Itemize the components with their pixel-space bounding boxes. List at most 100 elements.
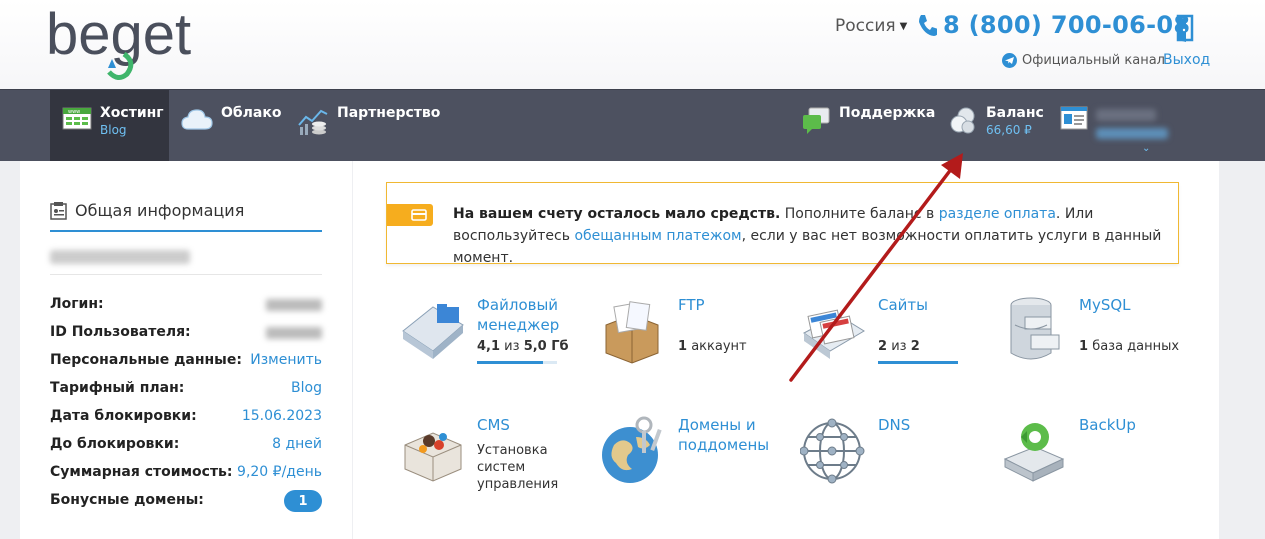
sites-pages-icon xyxy=(803,309,865,359)
file-usage-total: 5,0 Гб xyxy=(523,339,569,354)
edit-personal-data-link[interactable]: Изменить xyxy=(250,352,322,368)
sites-of: из xyxy=(891,339,907,354)
total-cost-label: Суммарная стоимость: xyxy=(50,464,233,480)
partnership-chart-icon xyxy=(298,109,328,135)
domains-title: Домены и поддомены xyxy=(678,416,770,454)
cloud-icon xyxy=(181,109,213,130)
mysql-unit: база данных xyxy=(1092,339,1180,354)
top-header: beget Россия ▼ 8 (800) 700-06-08 Официал… xyxy=(0,0,1265,89)
file-manager-title: Файловый менеджер xyxy=(477,296,560,334)
dashboard-main: На вашем счету осталось мало средств. По… xyxy=(353,161,1219,539)
general-info-title: Общая информация xyxy=(75,201,245,220)
tile-file-manager[interactable]: Файловый менеджер 4,1 из 5,0 Гб xyxy=(399,295,589,395)
sites-total: 2 xyxy=(910,339,920,354)
tile-mysql[interactable]: MySQL 1 база данных xyxy=(1001,295,1191,395)
ftp-count: 1 xyxy=(678,339,688,354)
alert-bold-text: На вашем счету осталось мало средств. xyxy=(453,206,781,222)
personal-data-label: Персональные данные: xyxy=(50,352,242,368)
contact-card-icon xyxy=(50,201,67,220)
official-channel-link[interactable]: Официальный канал xyxy=(1002,53,1165,68)
logout-door-icon[interactable] xyxy=(1174,14,1196,42)
account-chevron-down-icon[interactable]: ⌄ xyxy=(1142,143,1168,154)
tile-dns[interactable]: DNS xyxy=(800,415,990,515)
file-usage-bar xyxy=(477,361,543,364)
coins-icon xyxy=(950,107,975,134)
account-login-redacted xyxy=(1096,109,1156,121)
mysql-title: MySQL xyxy=(1079,296,1131,314)
file-manager-usage: 4,1 из 5,0 Гб xyxy=(477,338,569,355)
promised-payment-link[interactable]: обещанным платежом xyxy=(574,228,741,244)
nav-support-label: Поддержка xyxy=(839,105,936,121)
wallet-icon xyxy=(387,204,433,226)
logout-link[interactable]: Выход xyxy=(1163,52,1210,68)
cms-description: Установка систем управления xyxy=(477,443,559,492)
database-icon xyxy=(1010,297,1060,360)
nav-item-cloud[interactable]: Облако xyxy=(181,90,282,162)
sites-usage: 2 из 2 xyxy=(878,338,920,355)
user-id-label: ID Пользователя: xyxy=(50,324,191,340)
account-id-redacted xyxy=(1096,128,1168,139)
support-chat-icon xyxy=(803,107,830,134)
dns-title: DNS xyxy=(878,416,911,434)
ftp-accounts: 1 аккаунт xyxy=(678,338,747,355)
tariff-label: Тарифный план: xyxy=(50,380,185,396)
info-row-days-left: До блокировки: 8 дней xyxy=(50,436,322,452)
region-selector[interactable]: Россия ▼ xyxy=(835,16,907,36)
info-row-block-date: Дата блокировки: 15.06.2023 xyxy=(50,408,322,424)
nav-item-partnership[interactable]: Партнерство xyxy=(297,90,440,162)
logo-text: beget xyxy=(46,2,191,67)
tariff-link[interactable]: Blog xyxy=(291,380,322,396)
mysql-databases: 1 база данных xyxy=(1079,338,1179,355)
user-card-icon xyxy=(1060,106,1088,130)
days-left-label: До блокировки: xyxy=(50,436,180,452)
tile-backup[interactable]: BackUp xyxy=(1001,415,1191,515)
total-cost-value: 9,20 ₽/день xyxy=(237,464,322,480)
nav-item-account[interactable]: ⌄ xyxy=(1060,90,1168,162)
sites-used: 2 xyxy=(878,339,888,354)
user-id-value-redacted xyxy=(266,327,322,339)
tile-cms[interactable]: CMS Установка систем управления xyxy=(399,415,589,515)
cms-box-icon xyxy=(404,432,462,482)
tile-ftp[interactable]: FTP 1 аккаунт xyxy=(600,295,790,395)
sites-usage-bar xyxy=(878,361,958,364)
nav-balance-value: 66,60 ₽ xyxy=(986,123,1032,137)
payment-section-link[interactable]: разделе оплата xyxy=(939,206,1056,222)
bonus-domains-badge[interactable]: 1 xyxy=(284,490,322,512)
low-balance-alert: На вашем счету осталось мало средств. По… xyxy=(386,182,1179,266)
info-row-user-id: ID Пользователя: xyxy=(50,324,322,340)
mysql-count: 1 xyxy=(1079,339,1089,354)
alert-text-1: Пополните баланс в xyxy=(780,206,939,222)
general-info-heading: Общая информация xyxy=(50,201,322,232)
channel-label: Официальный канал xyxy=(1022,53,1165,68)
general-info-panel: Общая информация Логин: ID Пользователя:… xyxy=(20,161,352,539)
right-margin xyxy=(1219,161,1265,539)
backup-drive-icon xyxy=(1003,423,1065,482)
support-phone[interactable]: 8 (800) 700-06-08 xyxy=(917,11,1190,39)
ftp-title: FTP xyxy=(678,296,705,314)
info-row-personal-data: Персональные данные: Изменить xyxy=(50,352,322,368)
login-label: Логин: xyxy=(50,296,104,312)
caret-down-icon: ▼ xyxy=(899,20,908,32)
nav-partnership-label: Партнерство xyxy=(337,105,441,121)
info-row-total-cost: Суммарная стоимость: 9,20 ₽/день xyxy=(50,464,322,480)
bonus-domains-label: Бонусные домены: xyxy=(50,492,204,508)
nav-hosting-label: Хостинг xyxy=(100,105,164,121)
main-nav: www Хостинг Blog Облако Партнерство Подд… xyxy=(0,89,1265,162)
sites-title: Сайты xyxy=(878,296,928,314)
divider xyxy=(50,274,322,275)
nav-item-balance[interactable]: Баланс 66,60 ₽ xyxy=(948,90,1044,162)
file-usage-of: из xyxy=(504,339,520,354)
backup-title: BackUp xyxy=(1079,416,1136,434)
tile-sites[interactable]: Сайты 2 из 2 xyxy=(800,295,990,395)
cms-title: CMS xyxy=(477,416,510,434)
block-date-label: Дата блокировки: xyxy=(50,408,197,424)
globe-keys-icon xyxy=(602,416,662,483)
nav-cloud-label: Облако xyxy=(221,105,282,121)
info-row-tariff: Тарифный план: Blog xyxy=(50,380,322,396)
nav-item-support[interactable]: Поддержка xyxy=(801,90,935,162)
beget-logo[interactable]: beget xyxy=(46,2,218,82)
dns-network-globe-icon xyxy=(800,418,865,484)
nav-item-hosting[interactable]: www Хостинг Blog xyxy=(50,90,169,162)
tile-domains[interactable]: Домены и поддомены xyxy=(600,415,790,515)
info-row-login: Логин: xyxy=(50,296,322,312)
